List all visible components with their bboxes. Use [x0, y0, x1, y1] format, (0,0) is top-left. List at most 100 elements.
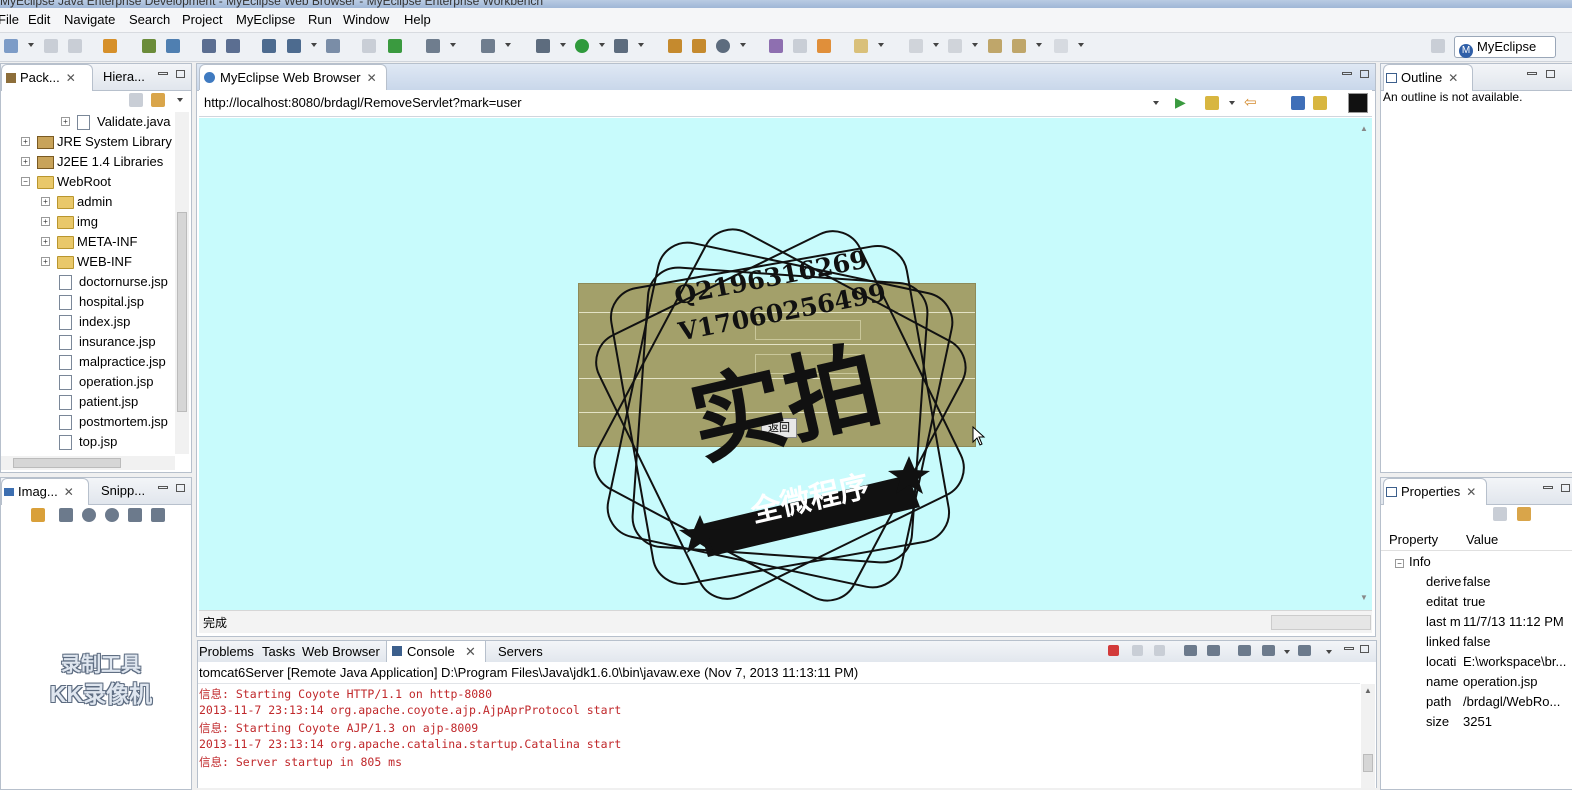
- remove-all-icon[interactable]: [1154, 645, 1165, 656]
- fit-icon[interactable]: [59, 508, 73, 522]
- format-icon[interactable]: [362, 39, 376, 53]
- new-package-icon[interactable]: [692, 39, 706, 53]
- package-icon[interactable]: [103, 39, 117, 53]
- prev-annotation-icon[interactable]: [948, 39, 962, 53]
- collapse-icon[interactable]: −: [1395, 559, 1404, 568]
- tab-web-browser[interactable]: MyEclipse Web Browser ✕: [199, 64, 387, 91]
- tab-package-explorer[interactable]: Pack... ✕: [1, 64, 93, 91]
- favorites-icon[interactable]: [1205, 96, 1219, 110]
- save-icon[interactable]: [44, 39, 58, 53]
- refresh-icon[interactable]: [388, 39, 402, 53]
- property-value[interactable]: true: [1463, 594, 1571, 609]
- scroll-up-icon[interactable]: ▲: [1360, 124, 1368, 133]
- maximize-icon[interactable]: [176, 484, 185, 492]
- collapse-all-icon[interactable]: [129, 93, 143, 107]
- property-value[interactable]: 3251: [1463, 714, 1571, 729]
- new-icon[interactable]: [4, 39, 18, 53]
- next-annotation-icon[interactable]: [909, 39, 923, 53]
- pin-icon[interactable]: [793, 39, 807, 53]
- open-console-icon[interactable]: [1298, 645, 1311, 656]
- close-icon[interactable]: ✕: [66, 71, 76, 85]
- maximize-icon[interactable]: [1561, 484, 1570, 492]
- property-value[interactable]: operation.jsp: [1463, 674, 1571, 689]
- tab-web-browser-view[interactable]: Web Browser: [302, 644, 380, 659]
- tree-vertical-scrollbar[interactable]: [175, 112, 189, 454]
- pin-console-icon[interactable]: [1238, 645, 1251, 656]
- expand-icon[interactable]: +: [41, 257, 50, 266]
- redeploy-icon[interactable]: [226, 39, 240, 53]
- maximize-icon[interactable]: [176, 70, 185, 78]
- browser-icon[interactable]: [326, 39, 340, 53]
- wizard-icon[interactable]: [262, 39, 276, 53]
- minimize-icon[interactable]: [1543, 486, 1553, 489]
- server-start-icon[interactable]: [426, 39, 440, 53]
- view-menu-icon[interactable]: [1326, 650, 1332, 654]
- menu-window[interactable]: Window: [343, 12, 389, 27]
- link-editor-icon[interactable]: [151, 93, 165, 107]
- menu-help[interactable]: Help: [404, 12, 431, 27]
- property-value[interactable]: /brdagl/WebRo...: [1463, 694, 1571, 709]
- new-class-icon[interactable]: [668, 39, 682, 53]
- tab-image-viewer[interactable]: Imag... ✕: [1, 478, 89, 505]
- console-scrollbar[interactable]: ▲: [1361, 684, 1375, 788]
- tab-hierarchy[interactable]: Hiera...: [103, 64, 145, 90]
- expand-icon[interactable]: +: [41, 197, 50, 206]
- back-arrow-icon[interactable]: ⇦: [1244, 93, 1257, 111]
- menu-file[interactable]: File: [0, 12, 19, 27]
- tab-tasks[interactable]: Tasks: [262, 644, 295, 659]
- maximize-icon[interactable]: [1360, 70, 1369, 78]
- tab-outline[interactable]: Outline ✕: [1383, 64, 1473, 91]
- annotation-icon[interactable]: [854, 39, 868, 53]
- expand-icon[interactable]: +: [41, 217, 50, 226]
- expand-icon[interactable]: +: [21, 157, 30, 166]
- hscroll-thumb[interactable]: [13, 458, 121, 468]
- minimize-icon[interactable]: [158, 72, 168, 75]
- last-edit-icon[interactable]: [988, 39, 1002, 53]
- property-value[interactable]: false: [1463, 634, 1571, 649]
- open-type-icon[interactable]: [481, 39, 495, 53]
- close-icon[interactable]: ✕: [1466, 485, 1476, 499]
- minimize-icon[interactable]: [158, 486, 168, 489]
- menu-myeclipse[interactable]: MyEclipse: [236, 12, 295, 27]
- tree-horizontal-scrollbar[interactable]: [1, 456, 175, 470]
- url-input[interactable]: http://localhost:8080/brdagl/RemoveServl…: [204, 95, 522, 110]
- run-icon[interactable]: [575, 39, 589, 53]
- debug-icon[interactable]: [536, 39, 550, 53]
- zoom-in-icon[interactable]: [105, 508, 119, 522]
- close-icon[interactable]: ✕: [367, 71, 377, 85]
- url-history-dropdown[interactable]: [1153, 101, 1159, 105]
- search-icon[interactable]: [769, 39, 783, 53]
- remove-launch-icon[interactable]: [1132, 645, 1143, 656]
- refresh-page-icon[interactable]: [1313, 96, 1327, 110]
- property-value[interactable]: false: [1463, 574, 1571, 589]
- zoom-out-icon[interactable]: [82, 508, 96, 522]
- menu-navigate[interactable]: Navigate: [64, 12, 115, 27]
- external-tools-icon[interactable]: [614, 39, 628, 53]
- tab-properties[interactable]: Properties ✕: [1383, 478, 1487, 505]
- stop-icon[interactable]: [1291, 96, 1305, 110]
- back-icon[interactable]: [1012, 39, 1026, 53]
- menu-run[interactable]: Run: [308, 12, 332, 27]
- marker-icon[interactable]: [817, 39, 831, 53]
- deploy-icon[interactable]: [202, 39, 216, 53]
- view-menu-icon[interactable]: [177, 98, 183, 102]
- image-refresh-icon[interactable]: [31, 508, 45, 522]
- scroll-lock-icon[interactable]: [1207, 645, 1220, 656]
- maximize-icon[interactable]: [1360, 645, 1369, 653]
- minimize-icon[interactable]: [1342, 72, 1352, 75]
- server-icon[interactable]: [166, 39, 180, 53]
- rotate-icon[interactable]: [151, 508, 165, 522]
- open-perspective-icon[interactable]: [1431, 39, 1445, 53]
- build-icon[interactable]: [142, 39, 156, 53]
- forward-icon[interactable]: [1054, 39, 1068, 53]
- console-scroll-thumb[interactable]: [1363, 754, 1373, 772]
- clear-console-icon[interactable]: [1184, 645, 1197, 656]
- perspective-switcher[interactable]: MMyEclipse J...: [1454, 36, 1556, 75]
- close-icon[interactable]: ✕: [1448, 71, 1458, 85]
- tab-snippets[interactable]: Snipp...: [101, 478, 145, 504]
- collapse-icon[interactable]: −: [21, 177, 30, 186]
- scrollbar-thumb[interactable]: [177, 212, 187, 412]
- display-console-icon[interactable]: [1262, 645, 1275, 656]
- viewport-scrollbar[interactable]: ▲ ▼: [1359, 124, 1369, 602]
- minimize-icon[interactable]: [1344, 647, 1354, 650]
